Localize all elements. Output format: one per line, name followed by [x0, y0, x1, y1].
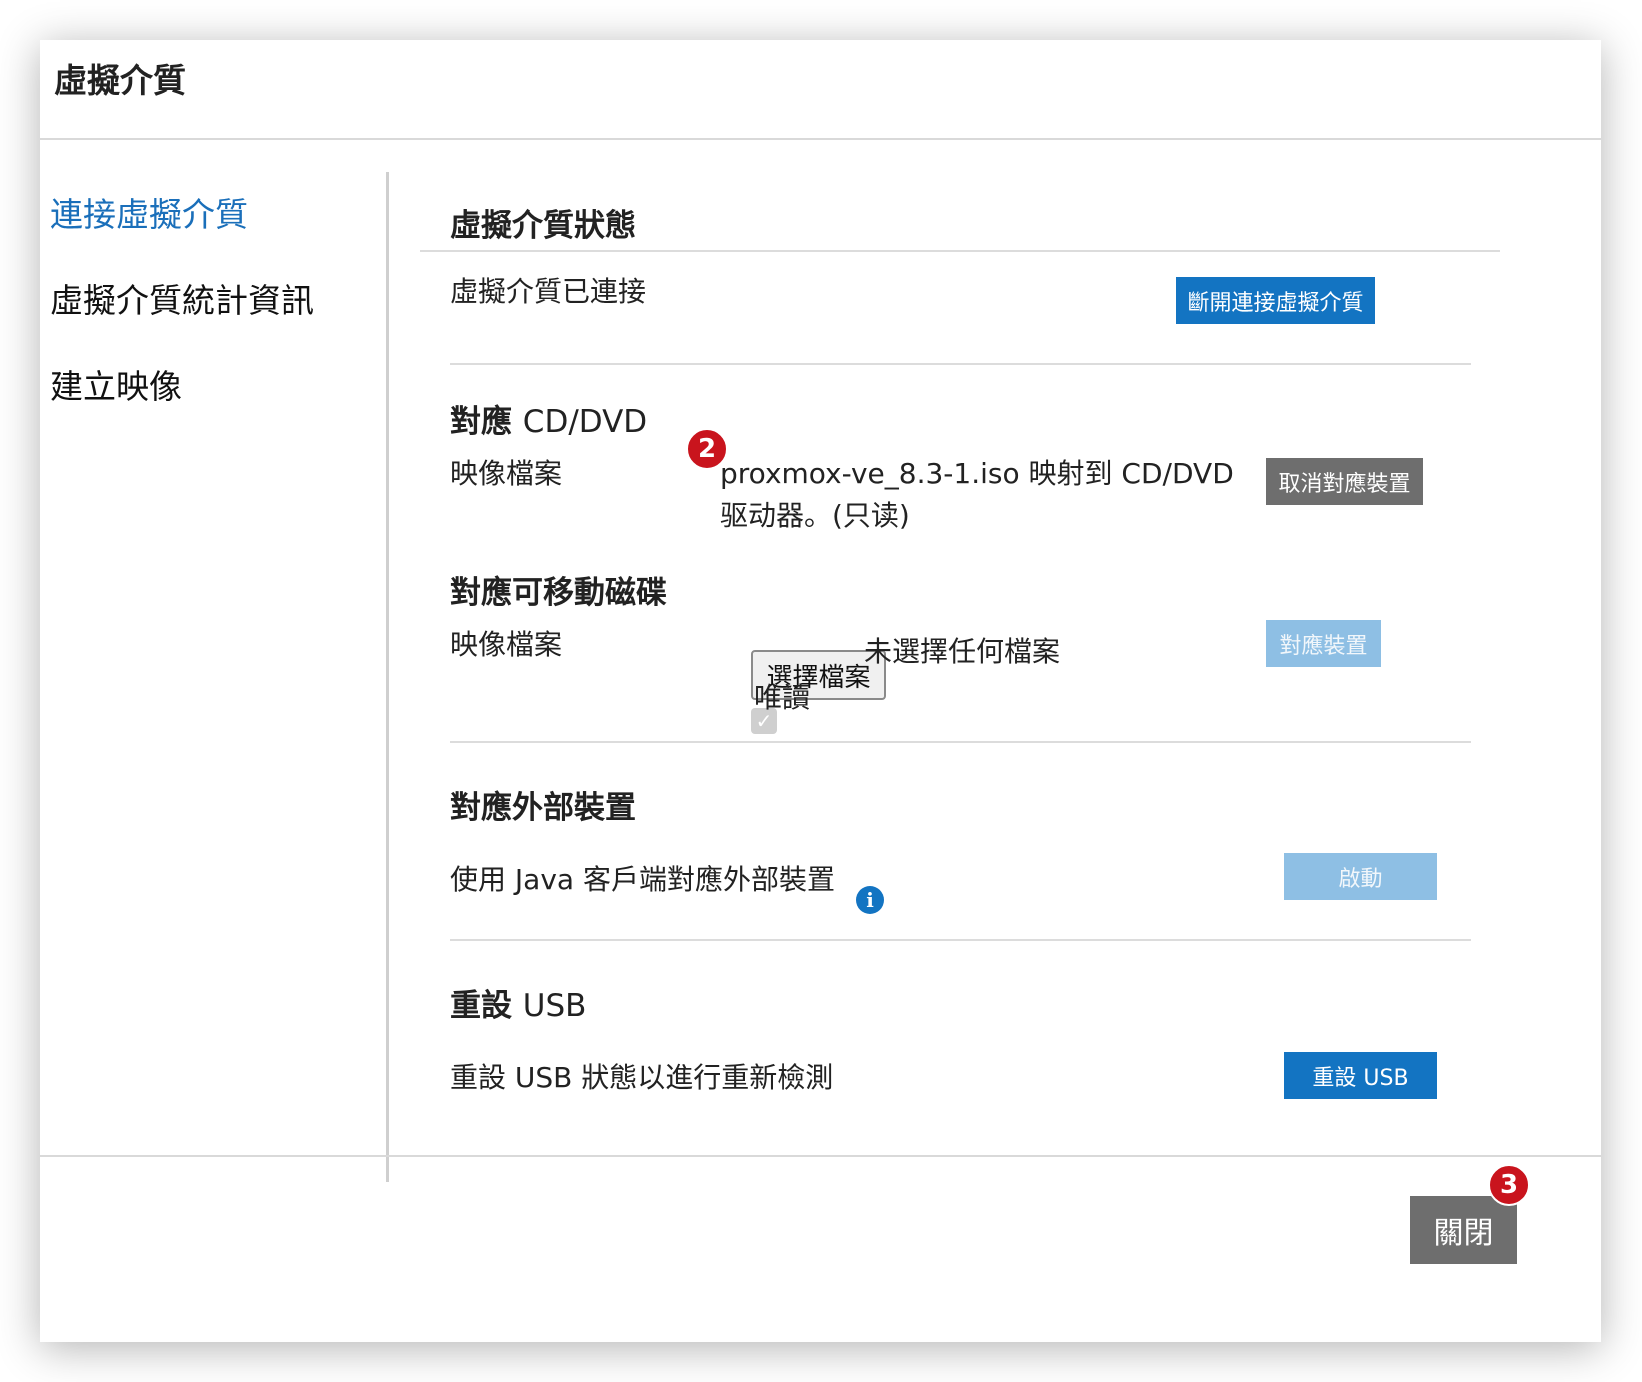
removable-image-file-label: 映像檔案 — [450, 628, 563, 661]
cd-dvd-mapped-status-line1: proxmox-ve_8.3-1.iso 映射到 CD/DVD — [720, 457, 1234, 490]
map-device-button[interactable]: 對應裝置 — [1266, 620, 1381, 667]
external-device-section-title: 對應外部裝置 — [450, 790, 636, 826]
reset-usb-title-rest: USB — [522, 988, 587, 1024]
cd-dvd-title-rest: CD/DVD — [522, 404, 648, 440]
readonly-label: 唯讀 — [754, 681, 811, 714]
cd-dvd-mapped-status-line2: 驱动器。(只读) — [720, 499, 910, 532]
status-text: 虛擬介質已連接 — [450, 275, 647, 308]
dialog-title: 虛擬介質 — [54, 61, 186, 100]
divider — [450, 363, 1471, 365]
start-button[interactable]: 啟動 — [1284, 853, 1437, 900]
reset-usb-section-title: 重設 USB — [450, 980, 586, 1025]
sidebar-item-virtual-media-statistics[interactable]: 虛擬介質統計資訊 — [50, 274, 314, 322]
cd-dvd-title-bold: 對應 — [450, 404, 512, 440]
removable-disk-section-title: 對應可移動磁碟 — [450, 575, 667, 611]
info-icon[interactable]: i — [856, 886, 884, 914]
divider — [450, 939, 1471, 941]
reset-usb-title-bold: 重設 — [450, 988, 512, 1024]
close-button[interactable]: 關閉 — [1410, 1196, 1517, 1264]
step-badge-3: 3 — [1488, 1164, 1530, 1206]
reset-usb-description: 重設 USB 狀態以進行重新檢測 — [450, 1061, 834, 1094]
status-section-title: 虛擬介質狀態 — [450, 208, 636, 244]
step-badge-2: 2 — [686, 428, 728, 470]
sidebar-divider — [386, 172, 389, 1182]
virtual-media-dialog: 虛擬介質 連接虛擬介質 虛擬介質統計資訊 建立映像 虛擬介質狀態 虛擬介質已連接… — [40, 40, 1601, 1342]
reset-usb-button[interactable]: 重設 USB — [1284, 1052, 1437, 1099]
footer-divider — [40, 1155, 1601, 1157]
sidebar-item-connect-virtual-media[interactable]: 連接虛擬介質 — [50, 188, 248, 236]
divider — [420, 250, 1500, 252]
divider — [450, 741, 1471, 743]
no-file-selected-text: 未選擇任何檔案 — [864, 635, 1061, 668]
cd-dvd-section-title: 對應 CD/DVD — [450, 396, 647, 441]
unmap-cd-dvd-button[interactable]: 取消對應裝置 — [1266, 458, 1423, 505]
cd-dvd-image-file-label: 映像檔案 — [450, 457, 563, 490]
disconnect-virtual-media-button[interactable]: 斷開連接虛擬介質 — [1176, 277, 1375, 324]
java-client-text: 使用 Java 客戶端對應外部裝置 — [450, 863, 835, 896]
sidebar-item-create-image[interactable]: 建立映像 — [50, 360, 182, 408]
dialog-header: 虛擬介質 — [40, 40, 1601, 140]
